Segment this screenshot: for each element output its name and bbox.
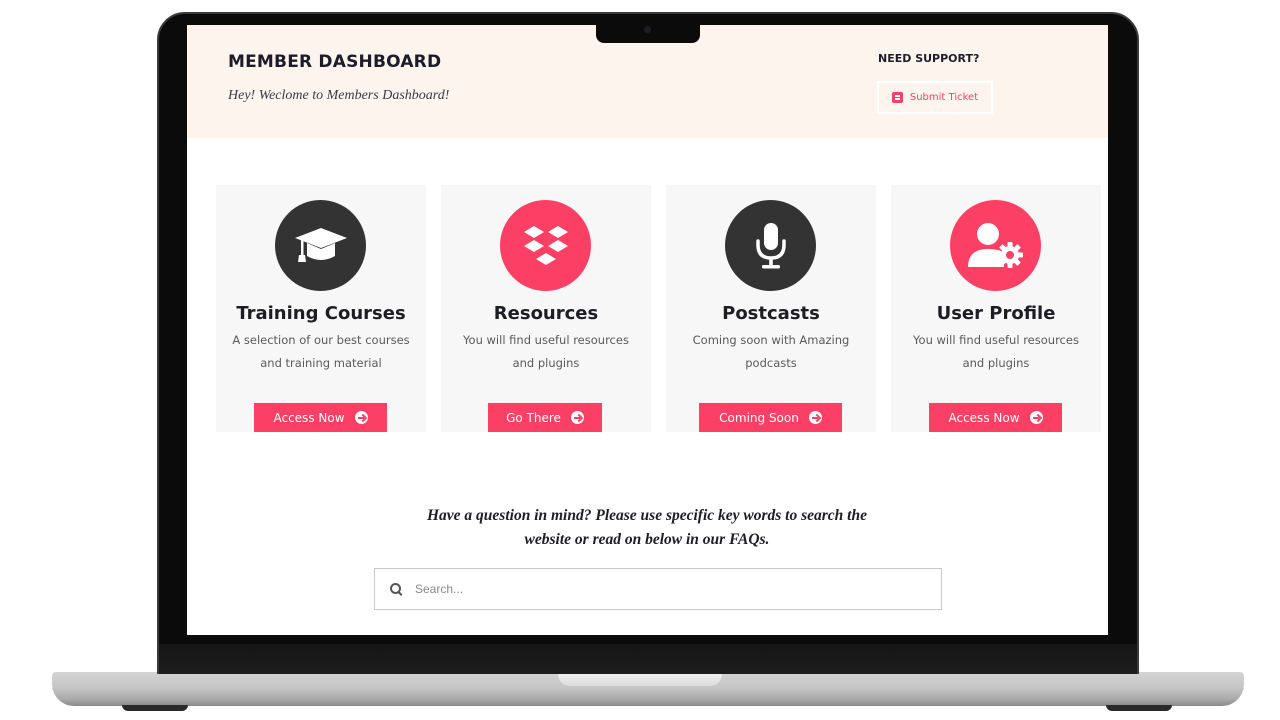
camera-notch <box>596 20 700 43</box>
card-podcasts: Postcasts Coming soon with Amazing podca… <box>666 185 876 432</box>
search-input[interactable] <box>415 574 941 604</box>
submit-ticket-label: Submit Ticket <box>909 92 979 103</box>
arrow-right-circle-icon <box>808 411 822 424</box>
card-title: Resources <box>493 303 599 324</box>
card-description: You will find useful resources and plugi… <box>913 333 1079 370</box>
button-label: Access Now <box>273 410 345 425</box>
laptop-foot-left <box>122 705 188 711</box>
card-description: Coming soon with Amazing podcasts <box>692 333 850 370</box>
card-description: A selection of our best courses and trai… <box>232 333 410 370</box>
user-settings-icon <box>950 200 1041 291</box>
faq-prompt: Have a question in mind? Please use spec… <box>426 507 867 548</box>
search-box[interactable] <box>374 568 942 610</box>
laptop-chin <box>159 644 1137 674</box>
page-title: MEMBER DASHBOARD <box>228 52 442 72</box>
microphone-icon <box>725 200 816 291</box>
support-label: NEED SUPPORT? <box>878 52 980 65</box>
dropbox-icon <box>500 200 591 291</box>
camera-icon <box>644 26 651 33</box>
card-title: User Profile <box>936 303 1056 324</box>
arrow-right-circle-icon <box>570 411 584 424</box>
card-title: Postcasts <box>722 303 820 324</box>
access-now-button[interactable]: Access Now <box>254 403 387 432</box>
access-now-button[interactable]: Access Now <box>929 403 1062 432</box>
arrow-right-circle-icon <box>1029 411 1043 424</box>
card-description: You will find useful resources and plugi… <box>463 333 629 370</box>
go-there-button[interactable]: Go There <box>488 403 602 432</box>
welcome-text: Hey! Weclome to Members Dashboard! <box>228 88 450 103</box>
card-training-courses: Training Courses A selection of our best… <box>216 185 426 432</box>
coming-soon-button[interactable]: Coming Soon <box>699 403 842 432</box>
laptop-lid-opening <box>558 672 722 686</box>
button-label: Access Now <box>948 410 1020 425</box>
screen: MEMBER DASHBOARD Hey! Weclome to Members… <box>187 25 1108 635</box>
graduation-cap-icon <box>275 200 366 291</box>
laptop-foot-right <box>1106 705 1172 711</box>
card-resources: Resources You will find useful resources… <box>441 185 651 432</box>
arrow-right-circle-icon <box>354 411 368 424</box>
card-user-profile: User Profile You will find useful resour… <box>891 185 1101 432</box>
button-label: Go There <box>506 410 561 425</box>
submit-ticket-button[interactable]: Submit Ticket <box>877 81 993 114</box>
card-title: Training Courses <box>236 303 406 324</box>
search-icon <box>390 582 403 596</box>
button-label: Coming Soon <box>719 410 799 425</box>
ticket-icon <box>891 92 903 103</box>
